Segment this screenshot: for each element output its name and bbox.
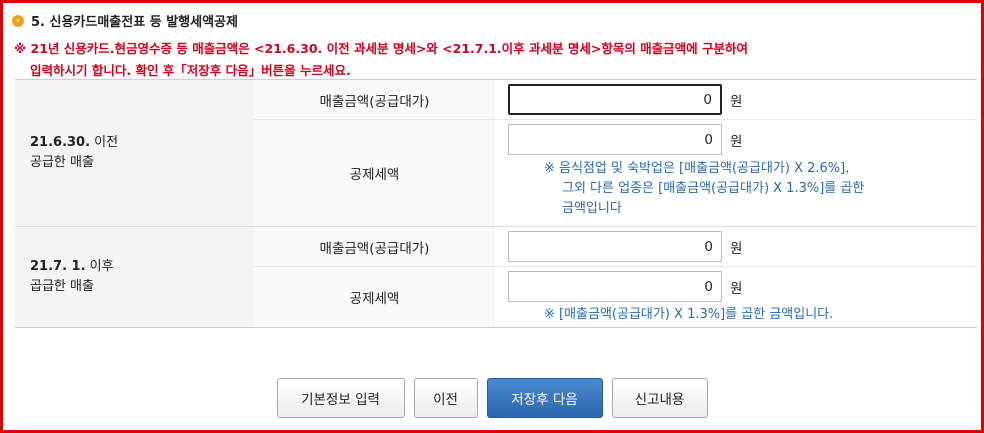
tax-credit-input[interactable] <box>508 124 722 155</box>
row-tax-credit: 공제세액 원 ※ 음식점업 및 숙박업은 [매출금액(공급대가) X 2.6%]… <box>254 120 977 226</box>
hint-line: ※ 음식점업 및 숙박업은 [매출금액(공급대가) X 2.6%], <box>544 161 850 176</box>
unit-label: 원 <box>730 93 743 110</box>
basic-info-button[interactable]: 기본정보 입력 <box>276 378 405 418</box>
tax-credit-input[interactable] <box>508 271 722 302</box>
group-label-suffix: 이후 <box>85 259 114 274</box>
row-label: 매출금액(공급대가) <box>254 227 495 266</box>
group-label-date: 21.6.30. <box>30 135 91 150</box>
row-tax-credit: 공제세액 원 ※ [매출금액(공급대가) X 1.3%]를 곱한 금액입니다. <box>254 267 977 327</box>
unit-label: 원 <box>730 133 743 150</box>
section-title-text: 5. 신용카드매출전표 등 발행세액공제 <box>31 15 238 30</box>
group-after-2021-07: 21.7. 1. 이후 곱급한 매출 매출금액(공급대가) 원 공제세액 <box>15 227 977 327</box>
row-label: 공제세액 <box>254 120 495 226</box>
sales-amount-input[interactable] <box>508 84 722 115</box>
chevron-right-icon: › <box>12 14 24 27</box>
row-label: 공제세액 <box>254 267 495 327</box>
group-label-line2: 곱급한 매출 <box>30 279 94 294</box>
group-label-line2: 공급한 매출 <box>30 155 94 170</box>
calculation-hint: ※ [매출금액(공급대가) X 1.3%]를 곱한 금액입니다. <box>508 305 977 325</box>
save-next-button[interactable]: 저장후 다음 <box>486 378 603 418</box>
hint-line: 금액입니다 <box>562 201 622 216</box>
section-title: › 5. 신용카드매출전표 등 발행세액공제 <box>12 11 238 30</box>
unit-label: 원 <box>730 280 743 297</box>
prev-button[interactable]: 이전 <box>413 378 478 418</box>
action-buttons: 기본정보 입력 이전 저장후 다음 신고내용 <box>0 378 984 418</box>
tax-credit-table: 21.6.30. 이전 공급한 매출 매출금액(공급대가) 원 공제세액 <box>15 79 977 328</box>
notice: ※ 21년 신용카드.현금영수증 등 매출금액은 <21.6.30. 이전 과세… <box>14 38 748 82</box>
notice-line-1: ※ 21년 신용카드.현금영수증 등 매출금액은 <21.6.30. 이전 과세… <box>14 41 749 56</box>
sales-amount-input[interactable] <box>508 231 722 262</box>
row-sales-amount: 매출금액(공급대가) 원 <box>254 80 977 120</box>
group-label-date: 21.7. 1. <box>30 259 86 274</box>
group-label: 21.6.30. 이전 공급한 매출 <box>15 80 254 226</box>
report-content-button[interactable]: 신고내용 <box>611 378 708 418</box>
row-sales-amount: 매출금액(공급대가) 원 <box>254 227 977 267</box>
calculation-hint: ※ 음식점업 및 숙박업은 [매출금액(공급대가) X 2.6%], 그외 다른… <box>508 159 977 219</box>
group-before-2021-07: 21.6.30. 이전 공급한 매출 매출금액(공급대가) 원 공제세액 <box>15 80 977 227</box>
group-label-suffix: 이전 <box>90 135 119 150</box>
hint-line: ※ [매출금액(공급대가) X 1.3%]를 곱한 금액입니다. <box>544 307 834 322</box>
row-label: 매출금액(공급대가) <box>254 80 495 119</box>
hint-line: 그외 다른 업종은 [매출금액(공급대가) X 1.3%]를 곱한 <box>562 181 865 196</box>
unit-label: 원 <box>730 240 743 257</box>
group-label: 21.7. 1. 이후 곱급한 매출 <box>15 227 254 327</box>
